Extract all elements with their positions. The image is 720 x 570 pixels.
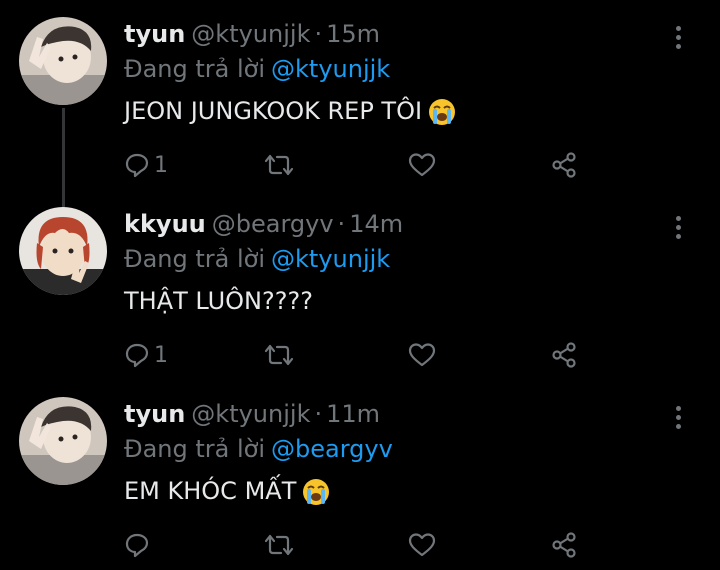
retweet-button[interactable] bbox=[264, 148, 294, 182]
heart-icon bbox=[408, 343, 436, 367]
separator-dot: · bbox=[314, 20, 323, 48]
share-button[interactable] bbox=[550, 528, 578, 562]
separator-dot: · bbox=[314, 400, 323, 428]
reply-button[interactable] bbox=[124, 528, 154, 562]
share-icon bbox=[552, 152, 576, 178]
replying-to-handle[interactable]: @beargyv bbox=[271, 435, 393, 463]
tweet[interactable]: tyun @ktyunjjk · 15m Đang trả lời @ktyunjjk … bbox=[0, 0, 720, 190]
replying-to-label: Đang trả lời bbox=[124, 55, 266, 83]
tweet-header: tyun @ktyunjjk · 15m bbox=[124, 17, 380, 51]
replying-to-handle[interactable]: @ktyunjjk bbox=[271, 245, 390, 273]
avatar[interactable] bbox=[19, 17, 107, 105]
reply-icon bbox=[125, 343, 149, 368]
tweet-header: tyun @ktyunjjk · 11m bbox=[124, 397, 380, 431]
share-button[interactable] bbox=[550, 148, 578, 182]
replying-to: Đang trả lời @beargyv bbox=[124, 432, 393, 466]
tweet-actions: 1 bbox=[124, 338, 684, 372]
retweet-button[interactable] bbox=[264, 528, 294, 562]
tweet-actions bbox=[124, 528, 684, 562]
like-button[interactable] bbox=[408, 528, 436, 562]
replying-to: Đang trả lời @ktyunjjk bbox=[124, 242, 390, 276]
loudly-crying-face-icon bbox=[428, 98, 456, 135]
display-name[interactable]: tyun bbox=[124, 400, 185, 428]
tweet-text: THẬT LUÔN???? bbox=[124, 284, 313, 318]
share-icon bbox=[552, 342, 576, 368]
avatar[interactable] bbox=[19, 397, 107, 485]
username[interactable]: @beargyv bbox=[212, 210, 334, 238]
tweet-header: kkyuu @beargyv · 14m bbox=[124, 207, 403, 241]
more-options-icon[interactable] bbox=[674, 26, 682, 54]
display-name[interactable]: tyun bbox=[124, 20, 185, 48]
reply-count: 1 bbox=[154, 342, 168, 368]
tweet-text: JEON JUNGKOOK REP TÔI bbox=[124, 94, 456, 135]
like-button[interactable] bbox=[408, 148, 436, 182]
replying-to-label: Đang trả lời bbox=[124, 245, 266, 273]
reply-icon bbox=[125, 153, 149, 178]
tweet-text: EM KHÓC MẤT bbox=[124, 474, 330, 515]
heart-icon bbox=[408, 153, 436, 177]
tweet-text-content: EM KHÓC MẤT bbox=[124, 477, 297, 505]
replying-to: Đang trả lời @ktyunjjk bbox=[124, 52, 390, 86]
tweet-actions: 1 bbox=[124, 148, 684, 182]
username[interactable]: @ktyunjjk bbox=[191, 20, 310, 48]
reply-button[interactable]: 1 bbox=[124, 148, 168, 182]
heart-icon bbox=[408, 533, 436, 557]
replying-to-label: Đang trả lời bbox=[124, 435, 266, 463]
share-button[interactable] bbox=[550, 338, 578, 372]
avatar[interactable] bbox=[19, 207, 107, 295]
retweet-icon bbox=[264, 344, 294, 366]
share-icon bbox=[552, 532, 576, 558]
timestamp[interactable]: 11m bbox=[326, 400, 380, 428]
reply-count: 1 bbox=[154, 152, 168, 178]
loudly-crying-face-icon bbox=[302, 478, 330, 515]
replying-to-handle[interactable]: @ktyunjjk bbox=[271, 55, 390, 83]
tweet[interactable]: kkyuu @beargyv · 14m Đang trả lời @ktyunjjk … bbox=[0, 190, 720, 380]
tweet-text-content: THẬT LUÔN???? bbox=[124, 287, 313, 315]
reply-icon bbox=[125, 533, 149, 558]
tweet[interactable]: tyun @ktyunjjk · 11m Đang trả lời @beargyv E… bbox=[0, 380, 720, 570]
retweet-icon bbox=[264, 154, 294, 176]
separator-dot: · bbox=[337, 210, 346, 238]
retweet-button[interactable] bbox=[264, 338, 294, 372]
more-options-icon[interactable] bbox=[674, 406, 682, 434]
timestamp[interactable]: 14m bbox=[349, 210, 403, 238]
timestamp[interactable]: 15m bbox=[326, 20, 380, 48]
username[interactable]: @ktyunjjk bbox=[191, 400, 310, 428]
like-button[interactable] bbox=[408, 338, 436, 372]
more-options-icon[interactable] bbox=[674, 216, 682, 244]
display-name[interactable]: kkyuu bbox=[124, 210, 206, 238]
retweet-icon bbox=[264, 534, 294, 556]
tweet-text-content: JEON JUNGKOOK REP TÔI bbox=[124, 97, 423, 125]
reply-button[interactable]: 1 bbox=[124, 338, 168, 372]
